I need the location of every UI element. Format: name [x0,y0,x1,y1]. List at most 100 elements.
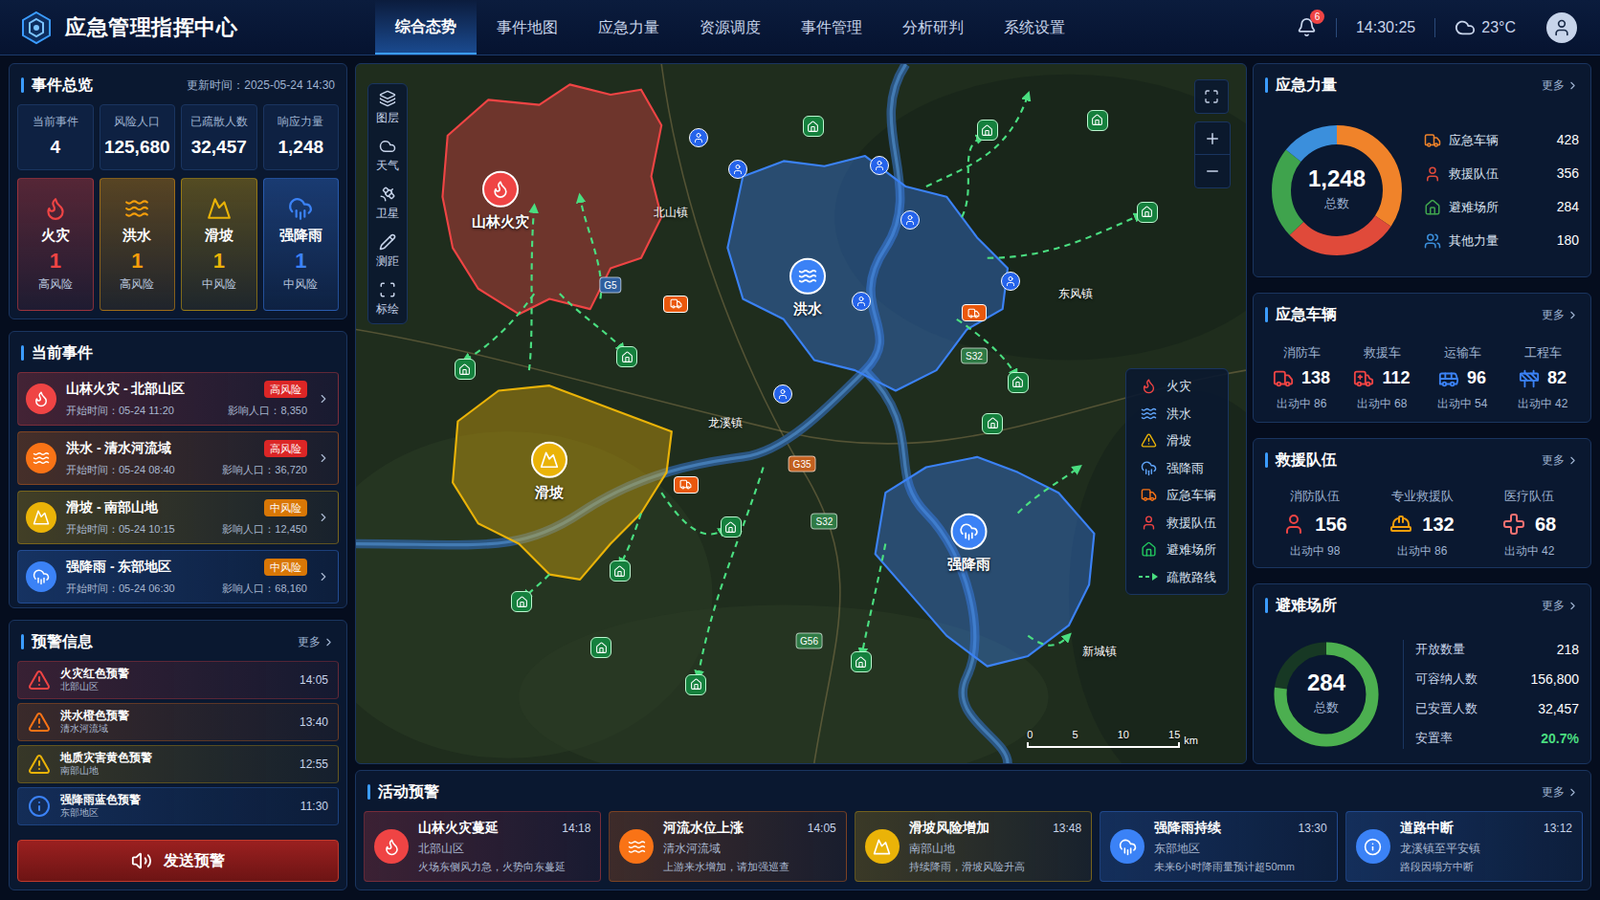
activity-card[interactable]: 道路中断13:12龙溪镇至平安镇路段因塌方中断 [1345,811,1583,883]
team-marker[interactable] [1000,271,1021,291]
vehicle-stat[interactable]: 运输车96出动中 54 [1422,343,1503,414]
cloud-icon [1454,17,1476,39]
nav-tab[interactable]: 综合态势 [375,0,477,55]
shelter-icon [806,120,820,134]
panel-title: 当前事件 [31,341,93,365]
shelter-marker[interactable] [609,560,631,582]
shelter-marker[interactable] [511,591,533,613]
more-link[interactable]: 更多 [1541,597,1579,615]
team-stat[interactable]: 医疗队伍68出动中 42 [1475,487,1583,560]
map-tool-button[interactable]: 测距 [368,227,407,276]
map-tool-button[interactable]: 卫星 [368,179,407,228]
activity-card[interactable]: 滑坡风险增加13:48南部山地持续降雨，滑坡风险升高 [854,811,1092,883]
warning-triangle-icon [27,668,51,692]
team-stat[interactable]: 消防队伍156出动中 98 [1261,487,1369,560]
event-row[interactable]: 洪水 - 清水河流域高风险开始时间：05-24 08:40影响人口：36,720 [17,431,339,486]
shelter-marker[interactable] [977,119,999,141]
notification-button[interactable]: 6 [1296,17,1317,38]
shelter-marker[interactable] [1087,110,1109,132]
vehicle-marker[interactable] [673,476,699,494]
rescuer-icon [873,159,886,172]
more-link[interactable]: 更多 [1541,451,1579,469]
shelter-marker[interactable] [590,637,612,659]
vehicle-stat[interactable]: 救援车112出动中 68 [1341,343,1423,414]
hazard-zone[interactable] [442,84,662,314]
activity-card[interactable]: 山林火灾蔓延14:18北部山区火场东侧风力急，火势向东蔓延 [363,811,601,883]
fullscreen-button[interactable] [1194,79,1229,114]
shelter-stat-row: 开放数量218 [1415,640,1579,661]
shelter-marker[interactable] [1007,372,1029,394]
team-marker[interactable] [688,128,709,148]
more-link[interactable]: 更多 [1541,783,1579,801]
event-type-card[interactable]: 强降雨1中风险 [263,177,340,312]
vehicle-marker[interactable] [961,304,987,322]
event-type-card[interactable]: 洪水1高风险 [99,177,177,312]
vehicle-stat[interactable]: 消防车138出动中 86 [1261,343,1342,414]
evacuation-route [926,94,1028,187]
nav-tab[interactable]: 事件地图 [476,0,578,55]
warning-row[interactable]: 地质灾害黄色预警南部山地12:55 [17,745,339,784]
risk-badge: 高风险 [264,380,308,400]
event-type-card[interactable]: 火灾1高风险 [17,177,94,312]
team-marker[interactable] [773,384,793,404]
nav-tab[interactable]: 系统设置 [983,0,1086,55]
legend-item: 避难场所 [1137,540,1217,560]
warning-row[interactable]: 火灾红色预警北部山区14:05 [17,661,339,700]
legend-item: 洪水 [1137,404,1217,424]
overview-panel: 事件总览更新时间：2025-05-24 14:30当前事件4风险人口125,68… [8,63,348,320]
event-row[interactable]: 山林火灾 - 北部山区高风险开始时间：05-24 11:20影响人口：8,350 [17,372,339,426]
shelter-marker[interactable] [1136,201,1158,223]
team-marker[interactable] [728,159,748,179]
event-row[interactable]: 强降雨 - 东部地区中风险开始时间：05-24 06:30影响人口：68,160 [17,550,339,604]
activity-card[interactable]: 强降雨持续13:30东部地区未来6小时降雨量预计超50mm [1099,811,1337,883]
map-tool-button[interactable]: 图层 [368,84,407,133]
nav-tab[interactable]: 资源调度 [679,0,781,55]
zoom-out-button[interactable] [1195,155,1230,188]
chevron-right-icon [1566,454,1579,467]
send-warning-button[interactable]: 发送预警 [17,840,339,883]
zoom-in-button[interactable] [1195,122,1230,156]
nav-tab[interactable]: 应急力量 [577,0,680,55]
shelter-marker[interactable] [981,413,1003,435]
shelter-marker[interactable] [454,358,476,380]
team-stat[interactable]: 专业救援队132出动中 86 [1368,487,1476,560]
team-marker[interactable] [851,291,871,312]
hazard-zone[interactable] [452,385,672,580]
flame-icon [490,179,511,200]
activity-card[interactable]: 河流水位上涨14:05清水河流域上游来水增加，请加强巡查 [608,811,846,883]
waves-icon [32,449,50,467]
user-avatar[interactable] [1546,12,1578,44]
hazard-label[interactable]: 洪水 [789,258,826,321]
hazard-zone[interactable] [875,457,1095,667]
hazard-label[interactable]: 强降雨 [947,512,991,576]
event-type-card[interactable]: 滑坡1中风险 [180,177,258,312]
map-tool-button[interactable]: 标绘 [368,275,407,324]
more-link[interactable]: 更多 [1541,76,1579,94]
vehicle-stat[interactable]: 工程车82出动中 42 [1502,343,1583,414]
more-link[interactable]: 更多 [1541,306,1579,324]
panel-title: 应急车辆 [1275,303,1337,327]
shelter-marker[interactable] [685,674,707,696]
road-badge: G35 [788,456,817,473]
shelter-marker[interactable] [616,346,638,368]
team-marker[interactable] [869,155,889,176]
hazard-zone[interactable] [727,155,1008,391]
title-mark [1265,307,1268,323]
hazard-label[interactable]: 山林火灾 [471,171,530,234]
more-link[interactable]: 更多 [297,633,335,651]
nav-tab[interactable]: 分析研判 [882,0,984,55]
vehicle-marker[interactable] [663,295,689,313]
map[interactable]: 北山镇东风镇龙溪镇新城镇G5S32G35S32G56山林火灾洪水滑坡强降雨图层天… [355,63,1247,765]
shelter-marker[interactable] [850,651,872,673]
shelter-marker[interactable] [802,115,824,137]
nav-tab[interactable]: 事件管理 [780,0,883,55]
title-mark [21,634,24,650]
hazard-label[interactable]: 滑坡 [531,442,568,505]
map-tool-button[interactable]: 天气 [368,132,407,180]
panel-header: 救援队伍更多 [1253,439,1591,480]
warning-row[interactable]: 强降雨蓝色预警东部地区11:30 [17,787,339,826]
shelter-marker[interactable] [720,516,742,538]
warning-row[interactable]: 洪水橙色预警清水河流域13:40 [17,703,339,742]
team-marker[interactable] [900,210,920,230]
event-row[interactable]: 滑坡 - 南部山地中风险开始时间：05-24 10:15影响人口：12,450 [17,490,339,545]
